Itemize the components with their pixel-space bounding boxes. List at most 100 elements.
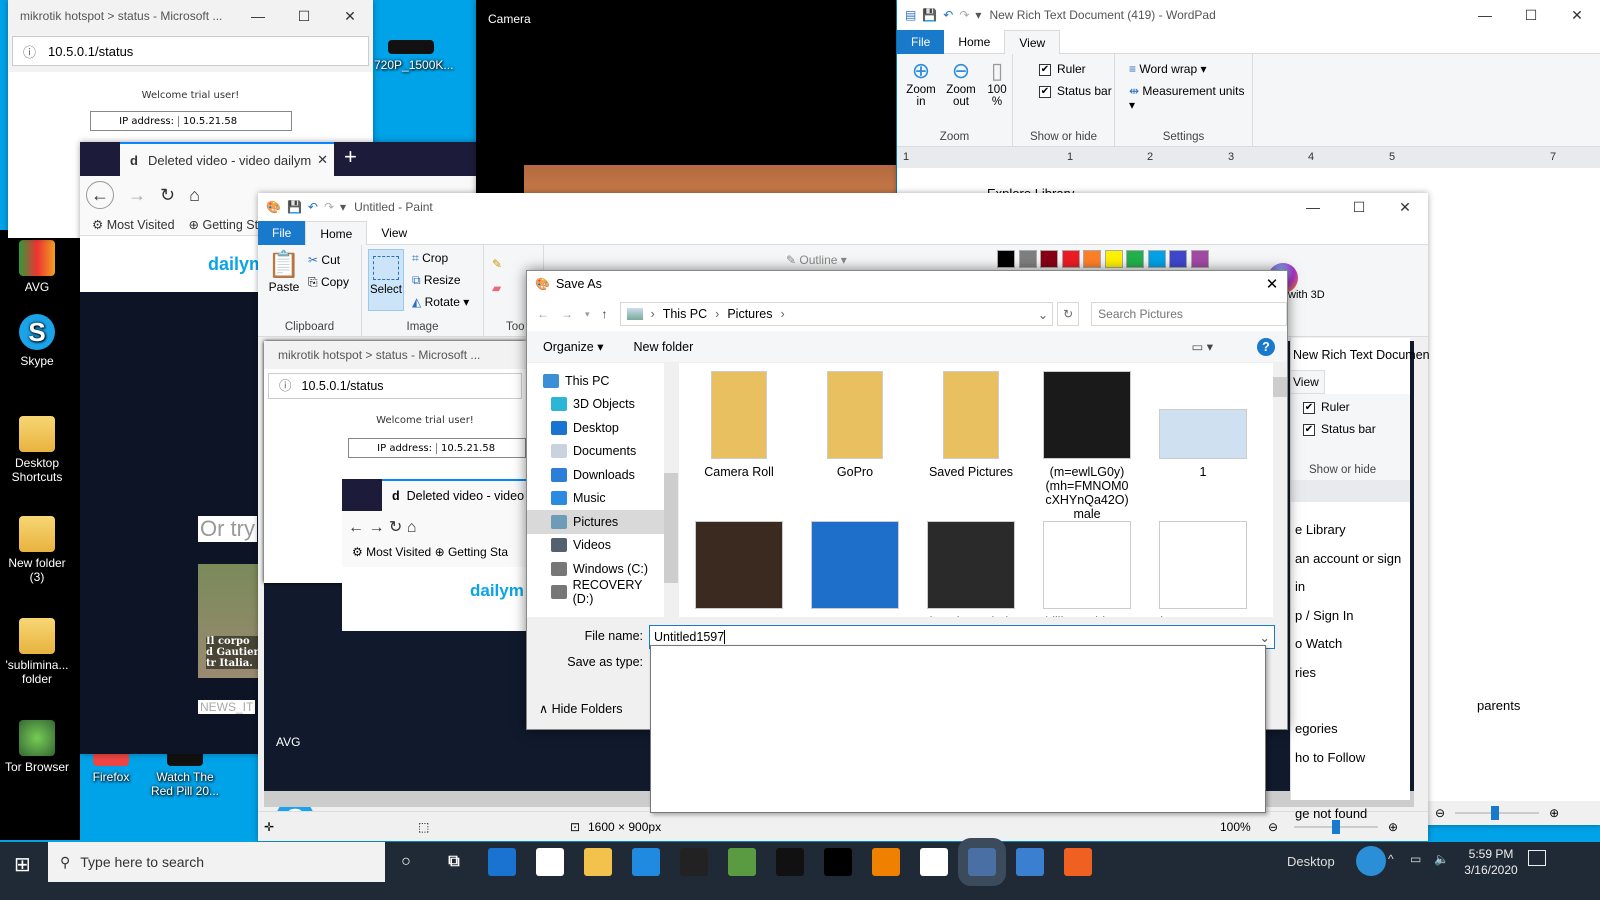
- file-item[interactable]: bg_channel_drop: [919, 521, 1023, 617]
- dailymotion-logo[interactable]: dailym: [208, 254, 265, 275]
- tab-view[interactable]: View: [367, 221, 421, 245]
- power-icon[interactable]: ▭: [1410, 852, 1421, 866]
- maximize-button[interactable]: ☐: [1508, 7, 1554, 24]
- color-swatch[interactable]: [1061, 250, 1080, 268]
- zoom-slider[interactable]: [1455, 806, 1540, 820]
- volume-icon[interactable]: 🔈: [1434, 852, 1449, 866]
- edge-address-bar[interactable]: ⓘ 10.5.0.1/status: [12, 36, 369, 66]
- wordpad-taskbar-icon[interactable]: [1016, 848, 1044, 876]
- camera-window[interactable]: Camera: [476, 0, 896, 196]
- file-item[interactable]: 7: [687, 521, 791, 617]
- desktop-icon-tor-browser[interactable]: Tor Browser: [0, 720, 74, 774]
- taskbar-search[interactable]: ⚲ Type here to search: [48, 842, 385, 882]
- refresh-button[interactable]: ↻: [1057, 302, 1080, 326]
- save-icon[interactable]: 💾: [922, 8, 937, 22]
- redo-icon[interactable]: ↷: [324, 200, 334, 214]
- file-item[interactable]: GoPro: [803, 371, 907, 479]
- nav-item-pictures[interactable]: Pictures: [527, 510, 664, 534]
- file-list[interactable]: Camera Roll GoPro Saved Pictures (m=ewlLG0y…: [687, 363, 1277, 617]
- new-tab-button[interactable]: +: [344, 144, 357, 170]
- close-button[interactable]: ✕: [1257, 275, 1287, 293]
- start-button[interactable]: ⊞: [14, 852, 31, 877]
- hide-folders-button[interactable]: ∧ Hide Folders: [527, 701, 623, 716]
- address-dropdown-icon[interactable]: ⌄: [1038, 307, 1052, 322]
- bookmark-getting-started[interactable]: ⊕ Getting Sta: [189, 217, 266, 232]
- customize-toolbar-icon[interactable]: ▾: [340, 200, 346, 214]
- desktop-icon-subliminal-folder[interactable]: 'sublimina... folder: [0, 618, 74, 686]
- camera-taskbar-icon[interactable]: [920, 848, 948, 876]
- minimize-button[interactable]: —: [1462, 7, 1508, 23]
- desktop-icon-desktop-shortcuts[interactable]: Desktop Shortcuts: [0, 416, 74, 484]
- search-input[interactable]: [1091, 302, 1287, 326]
- save-as-type-dropdown-list[interactable]: [650, 645, 1266, 813]
- select-button[interactable]: Select: [368, 249, 404, 311]
- recent-locations-button[interactable]: ▾: [585, 309, 590, 320]
- rotate-button[interactable]: ◭ Rotate ▾: [412, 295, 469, 309]
- view-options-button[interactable]: ▭ ▾: [1191, 339, 1213, 354]
- redo-icon[interactable]: ↷: [959, 8, 969, 22]
- color-swatch[interactable]: [997, 250, 1015, 268]
- cut-button[interactable]: ✂ Cut: [308, 253, 340, 267]
- file-item[interactable]: Saved Pictures: [919, 371, 1023, 479]
- color-swatch[interactable]: [1040, 250, 1058, 268]
- zoom-in-icon[interactable]: ⊕: [1549, 806, 1559, 820]
- pencil-icon[interactable]: ✎: [492, 257, 502, 271]
- address-breadcrumb[interactable]: › This PC › Pictures › ⌄: [619, 302, 1054, 326]
- up-button[interactable]: ↑: [602, 307, 608, 321]
- task-view-taskbar-icon[interactable]: ⧉: [440, 848, 468, 876]
- undo-icon[interactable]: ↶: [943, 8, 953, 22]
- nav-item-3d-objects[interactable]: 3D Objects: [527, 393, 664, 417]
- color-swatch[interactable]: [1126, 250, 1144, 268]
- steam-icon[interactable]: [1356, 846, 1386, 876]
- measurement-units-button[interactable]: ⇹ Measurement units ▾: [1129, 84, 1252, 112]
- firefox-tab[interactable]: d Deleted video - video dailymoti ✕: [120, 142, 334, 176]
- amazon-taskbar-icon[interactable]: [680, 848, 708, 876]
- back-button[interactable]: ←: [537, 307, 549, 321]
- word-wrap-button[interactable]: ≡ Word wrap ▾: [1129, 62, 1207, 76]
- forward-button[interactable]: →: [561, 307, 573, 321]
- zoom-out-icon[interactable]: ⊖: [1268, 820, 1278, 834]
- tab-file[interactable]: File: [258, 221, 306, 245]
- color-swatch[interactable]: [1104, 250, 1123, 268]
- help-icon[interactable]: ?: [1257, 337, 1275, 356]
- close-button[interactable]: ✕: [327, 8, 373, 25]
- desktop-icon-new-folder[interactable]: New folder (3): [0, 516, 74, 584]
- close-tab-icon[interactable]: ✕: [311, 152, 334, 168]
- clock[interactable]: 5:59 PM 3/16/2020: [1460, 846, 1522, 878]
- edge-taskbar-icon[interactable]: [488, 848, 516, 876]
- color-swatch[interactable]: [1169, 250, 1187, 268]
- tab-home[interactable]: Home: [305, 221, 368, 245]
- tab-view[interactable]: View: [1004, 30, 1061, 54]
- nav-item-windows-c-[interactable]: Windows (C:): [527, 557, 664, 581]
- show-hidden-icons[interactable]: ^: [1388, 852, 1394, 866]
- desktop-icon-skype[interactable]: S Skype: [0, 314, 74, 368]
- file-item[interactable]: 610: [803, 521, 907, 617]
- nav-scrollbar[interactable]: [664, 363, 678, 617]
- file-item[interactable]: billing_address: [1035, 521, 1139, 617]
- wordpad-ruler[interactable]: 1 1 2 3 4 5 7: [897, 146, 1600, 168]
- color-swatch[interactable]: [1190, 250, 1209, 268]
- zoom-100-button[interactable]: ▯ 100 %: [985, 58, 1009, 108]
- organize-button[interactable]: Organize ▾: [543, 339, 603, 354]
- desktop-icon-avg[interactable]: AVG: [0, 240, 74, 294]
- eraser-icon[interactable]: ▰: [492, 281, 501, 295]
- back-button[interactable]: ←: [86, 181, 114, 209]
- nav-item-desktop[interactable]: Desktop: [527, 416, 664, 440]
- color-swatch[interactable]: [1147, 250, 1166, 268]
- desktop-icon-720p[interactable]: 720P_1500K...: [374, 40, 453, 72]
- zoom-out-icon[interactable]: ⊖: [1435, 806, 1445, 820]
- file-explorer-taskbar-icon[interactable]: [584, 848, 612, 876]
- ruler-checkbox[interactable]: ✔ Ruler: [1039, 62, 1086, 76]
- customize-toolbar-icon[interactable]: ▾: [975, 8, 981, 22]
- resize-button[interactable]: ⧉ Resize: [412, 273, 461, 288]
- maximize-button[interactable]: ☐: [281, 8, 327, 25]
- nav-item-this-pc[interactable]: This PC: [527, 369, 664, 393]
- breadcrumb-pictures[interactable]: Pictures: [727, 307, 772, 321]
- crop-button[interactable]: ⌗ Crop: [412, 251, 448, 266]
- breadcrumb-this-pc[interactable]: This PC: [663, 307, 707, 321]
- firefox-taskbar-icon[interactable]: [1064, 848, 1092, 876]
- maximize-button[interactable]: ☐: [1336, 199, 1382, 216]
- tab-home[interactable]: Home: [944, 30, 1004, 54]
- nav-item-recovery-d-[interactable]: RECOVERY (D:): [527, 578, 664, 606]
- cortana-taskbar-icon[interactable]: ○: [392, 848, 420, 876]
